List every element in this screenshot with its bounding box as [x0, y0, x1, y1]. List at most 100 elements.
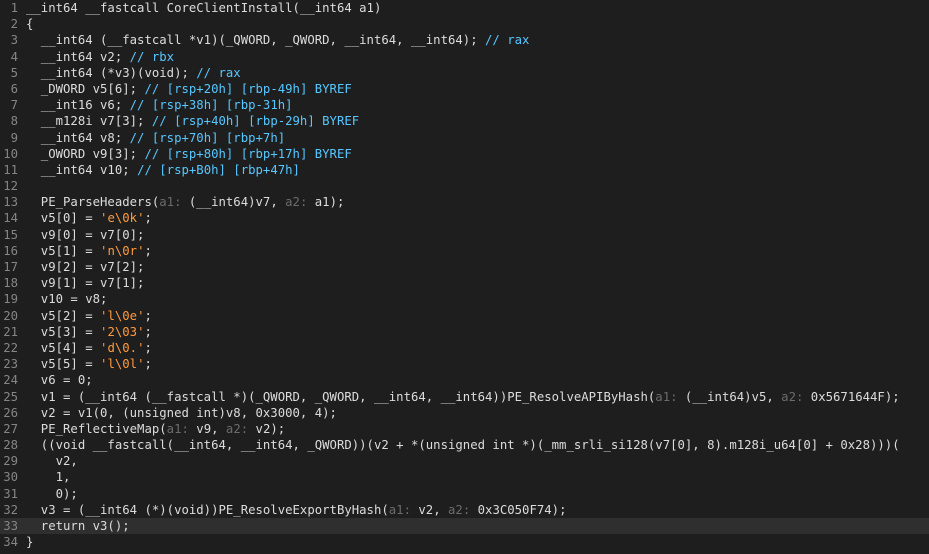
code-token[interactable]: __int16 v6; [26, 98, 130, 112]
code-token[interactable]: PE_ParseHeaders( [26, 195, 159, 209]
code-text[interactable]: v9[2] = v7[2]; [26, 259, 145, 275]
code-comment[interactable]: // [rsp+B0h] [rbp+47h] [137, 163, 300, 177]
code-token[interactable]: _OWORD v9[3]; [26, 147, 144, 161]
code-line[interactable]: 15 v9[0] = v7[0]; [0, 227, 929, 243]
code-line[interactable]: 1 __int64 __fastcall CoreClientInstall(__… [0, 0, 929, 16]
string-literal[interactable]: 'l\0e' [100, 309, 144, 323]
pseudocode-editor[interactable]: 1 __int64 __fastcall CoreClientInstall(__… [0, 0, 929, 554]
code-token[interactable]: 0x3C050F74); [478, 503, 567, 517]
code-line[interactable]: 8 __m128i v7[3]; // [rsp+40h] [rbp-29h] … [0, 113, 929, 129]
code-token[interactable]: v9[1] = v7[1]; [26, 276, 145, 290]
code-token[interactable]: ; [144, 211, 151, 225]
code-token[interactable]: PE_ReflectiveMap( [26, 422, 167, 436]
code-text[interactable]: __int64 (__fastcall *v1)(_QWORD, _QWORD,… [26, 32, 530, 48]
code-token[interactable]: v5[5] = [26, 357, 100, 371]
code-token[interactable]: __int64 v10; [26, 163, 137, 177]
code-text[interactable]: } [26, 534, 33, 550]
code-token[interactable]: v2, [26, 454, 78, 468]
code-token[interactable]: { [26, 17, 33, 31]
code-line[interactable]: 21 v5[3] = '2\03'; [0, 324, 929, 340]
code-line[interactable]: 6 _DWORD v5[6]; // [rsp+20h] [rbp-49h] B… [0, 81, 929, 97]
code-token[interactable]: v9[2] = v7[2]; [26, 260, 145, 274]
code-line[interactable]: 24 v6 = 0; [0, 372, 929, 388]
code-token[interactable]: ; [144, 325, 151, 339]
string-literal[interactable]: 'l\0l' [100, 357, 144, 371]
code-token[interactable]: __int64 __fastcall CoreClientInstall(__i… [26, 1, 381, 15]
code-line[interactable]: 27 PE_ReflectiveMap(a1: v9, a2: v2); [0, 421, 929, 437]
code-text[interactable]: { [26, 16, 33, 32]
code-token[interactable]: ; [144, 244, 151, 258]
code-comment[interactable]: // [rsp+20h] [rbp-49h] BYREF [144, 82, 351, 96]
code-token[interactable]: (__int64)v7, [189, 195, 285, 209]
string-literal[interactable]: 'n\0r' [100, 244, 144, 258]
code-token[interactable]: __int64 v8; [26, 131, 130, 145]
code-line[interactable]: 22 v5[4] = 'd\0.'; [0, 340, 929, 356]
code-text[interactable]: __int64 __fastcall CoreClientInstall(__i… [26, 0, 381, 16]
code-token[interactable]: v6 = 0; [26, 373, 93, 387]
code-comment[interactable]: // [rsp+70h] [rbp+7h] [130, 131, 285, 145]
code-token[interactable]: v9, [196, 422, 226, 436]
code-text[interactable]: v5[4] = 'd\0.'; [26, 340, 152, 356]
code-comment[interactable]: // [rsp+40h] [rbp-29h] BYREF [152, 114, 359, 128]
code-line[interactable]: 2{ [0, 16, 929, 32]
code-token[interactable]: 1, [26, 470, 71, 484]
code-text[interactable]: PE_ReflectiveMap(a1: v9, a2: v2); [26, 421, 285, 437]
code-line[interactable]: 34} [0, 534, 929, 550]
code-text[interactable]: __m128i v7[3]; // [rsp+40h] [rbp-29h] BY… [26, 113, 359, 129]
code-token[interactable]: v3 = (__int64 (*)(void))PE_ResolveExport… [26, 503, 389, 517]
code-token[interactable]: v1 = (__int64 (__fastcall *)(_QWORD, _QW… [26, 390, 656, 404]
code-comment[interactable]: // rbx [130, 50, 174, 64]
code-line[interactable]: 13 PE_ParseHeaders(a1: (__int64)v7, a2: … [0, 194, 929, 210]
code-text[interactable]: v10 = v8; [26, 291, 108, 307]
code-line[interactable]: 12 [0, 178, 929, 194]
code-text[interactable]: return v3(); [26, 518, 130, 534]
code-token[interactable]: __m128i v7[3]; [26, 114, 152, 128]
code-line[interactable]: 9 __int64 v8; // [rsp+70h] [rbp+7h] [0, 130, 929, 146]
code-text[interactable]: PE_ParseHeaders(a1: (__int64)v7, a2: a1)… [26, 194, 345, 210]
code-text[interactable]: v5[0] = 'e\0k'; [26, 210, 152, 226]
code-line[interactable]: 3 __int64 (__fastcall *v1)(_QWORD, _QWOR… [0, 32, 929, 48]
string-literal[interactable]: '2\03' [100, 325, 144, 339]
code-line[interactable]: 28 ((void __fastcall(__int64, __int64, _… [0, 437, 929, 453]
string-literal[interactable]: 'd\0.' [100, 341, 144, 355]
code-line[interactable]: 11 __int64 v10; // [rsp+B0h] [rbp+47h] [0, 162, 929, 178]
code-line[interactable]: 16 v5[1] = 'n\0r'; [0, 243, 929, 259]
code-token[interactable]: v9[0] = v7[0]; [26, 228, 145, 242]
code-line[interactable]: 29 v2, [0, 453, 929, 469]
code-text[interactable]: _DWORD v5[6]; // [rsp+20h] [rbp-49h] BYR… [26, 81, 352, 97]
code-token[interactable]: ((void __fastcall(__int64, __int64, _QWO… [26, 438, 900, 452]
code-token[interactable]: v10 = v8; [26, 292, 108, 306]
code-token[interactable]: v2, [418, 503, 448, 517]
code-line[interactable]: 31 0); [0, 486, 929, 502]
code-text[interactable]: ((void __fastcall(__int64, __int64, _QWO… [26, 437, 900, 453]
code-comment[interactable]: // rax [196, 66, 240, 80]
string-literal[interactable]: 'e\0k' [100, 211, 144, 225]
code-text[interactable]: v5[2] = 'l\0e'; [26, 308, 152, 324]
code-text[interactable]: v1 = (__int64 (__fastcall *)(_QWORD, _QW… [26, 389, 900, 405]
code-text[interactable]: v9[0] = v7[0]; [26, 227, 145, 243]
code-text[interactable]: v5[5] = 'l\0l'; [26, 356, 152, 372]
code-line[interactable]: 32 v3 = (__int64 (*)(void))PE_ResolveExp… [0, 502, 929, 518]
code-line[interactable]: 17 v9[2] = v7[2]; [0, 259, 929, 275]
code-line[interactable]: 18 v9[1] = v7[1]; [0, 275, 929, 291]
code-token[interactable]: ; [144, 309, 151, 323]
code-token[interactable]: ; [144, 341, 151, 355]
code-token[interactable]: __int64 (*v3)(void); [26, 66, 196, 80]
code-text[interactable]: v2, [26, 453, 78, 469]
code-line[interactable]: 19 v10 = v8; [0, 291, 929, 307]
code-token[interactable]: v5[3] = [26, 325, 100, 339]
code-comment[interactable]: // [rsp+38h] [rbp-31h] [130, 98, 293, 112]
code-text[interactable]: 0); [26, 486, 78, 502]
code-text[interactable]: v6 = 0; [26, 372, 93, 388]
code-token[interactable]: _DWORD v5[6]; [26, 82, 144, 96]
code-comment[interactable]: // [rsp+80h] [rbp+17h] BYREF [144, 147, 351, 161]
code-line[interactable]: 30 1, [0, 469, 929, 485]
code-line[interactable]: 10 _OWORD v9[3]; // [rsp+80h] [rbp+17h] … [0, 146, 929, 162]
code-text[interactable]: __int16 v6; // [rsp+38h] [rbp-31h] [26, 97, 293, 113]
code-line[interactable]: 23 v5[5] = 'l\0l'; [0, 356, 929, 372]
code-token[interactable]: v5[0] = [26, 211, 100, 225]
code-text[interactable]: v9[1] = v7[1]; [26, 275, 145, 291]
code-token[interactable]: 0x5671644F); [811, 390, 900, 404]
code-line[interactable]: 25 v1 = (__int64 (__fastcall *)(_QWORD, … [0, 389, 929, 405]
code-text[interactable]: v5[3] = '2\03'; [26, 324, 152, 340]
